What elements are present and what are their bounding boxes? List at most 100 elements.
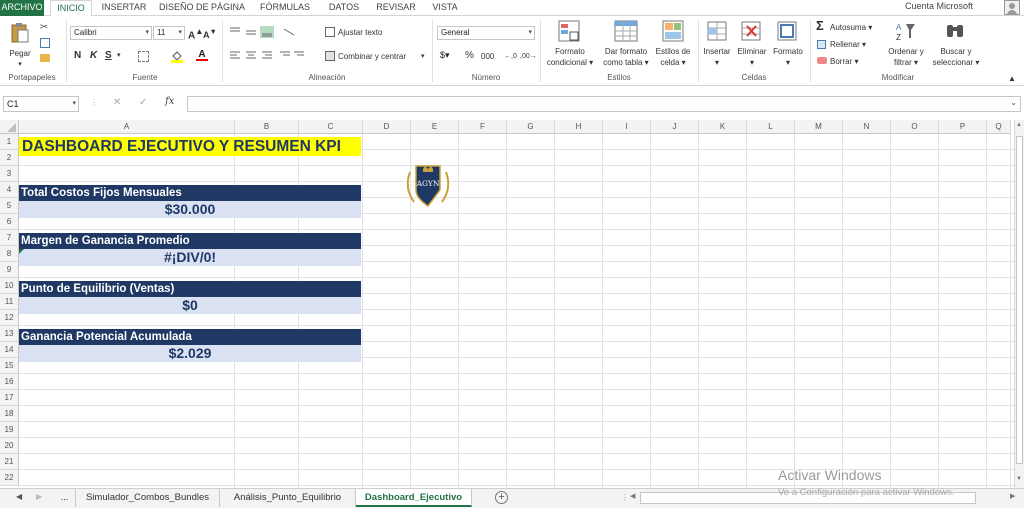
fill-icon[interactable] xyxy=(817,40,826,49)
tab-split-handle[interactable]: ⋮ xyxy=(621,493,629,502)
kpi-label-costos-fijos[interactable]: Total Costos Fijos Mensuales xyxy=(19,185,361,201)
enter-icon[interactable]: ✓ xyxy=(139,97,147,108)
row-header-20[interactable]: 20 xyxy=(0,438,19,454)
column-header-o[interactable]: O xyxy=(891,120,939,134)
row-header-4[interactable]: 4 xyxy=(0,182,19,198)
row-header-15[interactable]: 15 xyxy=(0,358,19,374)
account-name[interactable]: Cuenta Microsoft xyxy=(905,1,973,11)
row-header-9[interactable]: 9 xyxy=(0,262,19,278)
vertical-align-icons[interactable] xyxy=(228,26,308,38)
tab-diseno-pagina[interactable]: DISEÑO DE PÁGINA xyxy=(156,0,248,16)
select-all-corner[interactable] xyxy=(0,120,19,134)
tab-datos[interactable]: DATOS xyxy=(322,0,366,16)
cancel-icon[interactable]: ✕ xyxy=(113,97,121,108)
thousands-button[interactable]: 000 xyxy=(481,51,494,62)
row-header-14[interactable]: 14 xyxy=(0,342,19,358)
paste-dropdown-icon[interactable]: ▾ xyxy=(12,59,28,70)
row-header-19[interactable]: 19 xyxy=(0,422,19,438)
font-color-icon[interactable]: A xyxy=(196,49,208,62)
column-header-b[interactable]: B xyxy=(235,120,299,134)
kpi-label-ganancia[interactable]: Ganancia Potencial Acumulada xyxy=(19,329,361,345)
row-header-3[interactable]: 3 xyxy=(0,166,19,182)
row-header-13[interactable]: 13 xyxy=(0,326,19,342)
tab-vista[interactable]: VISTA xyxy=(426,0,464,16)
add-sheet-icon[interactable]: + xyxy=(495,491,508,504)
conditional-format-button[interactable]: Formato condicional ▾ xyxy=(542,46,598,68)
row-header-16[interactable]: 16 xyxy=(0,374,19,390)
tab-insertar[interactable]: INSERTAR xyxy=(98,0,150,16)
scroll-right-icon[interactable]: ▶ xyxy=(1010,492,1015,500)
insert-cells-icon[interactable] xyxy=(707,20,727,42)
prev-sheet-icon[interactable]: ◀ xyxy=(16,492,22,501)
wrap-text-icon[interactable] xyxy=(325,27,335,37)
row-header-18[interactable]: 18 xyxy=(0,406,19,422)
row-header-1[interactable]: 1 xyxy=(0,134,19,150)
kpi-label-margen[interactable]: Margen de Ganancia Promedio xyxy=(19,233,361,249)
format-cells-icon[interactable] xyxy=(777,20,797,42)
row-header-8[interactable]: 8 xyxy=(0,246,19,262)
column-header-l[interactable]: L xyxy=(747,120,795,134)
row-header-6[interactable]: 6 xyxy=(0,214,19,230)
insert-cells-button[interactable]: Insertar ▾ xyxy=(700,46,734,68)
column-header-k[interactable]: K xyxy=(699,120,747,134)
sort-filter-icon[interactable]: AZ xyxy=(895,20,917,42)
next-sheet-icon[interactable]: ▶ xyxy=(36,492,42,501)
column-header-a[interactable]: A xyxy=(19,120,235,134)
sheet-tab-simulador[interactable]: Simulador_Combos_Bundles xyxy=(76,489,220,507)
delete-cells-icon[interactable] xyxy=(741,20,761,42)
underline-button[interactable]: S xyxy=(105,50,112,61)
insert-function-button[interactable]: fx xyxy=(165,96,174,107)
format-as-table-icon[interactable] xyxy=(614,20,638,42)
font-name-select[interactable]: Calibri ▾ xyxy=(70,26,152,40)
column-header-i[interactable]: I xyxy=(603,120,651,134)
row-header-17[interactable]: 17 xyxy=(0,390,19,406)
paste-icon[interactable] xyxy=(10,22,30,44)
cut-icon[interactable]: ✂ xyxy=(40,22,48,33)
row-header-7[interactable]: 7 xyxy=(0,230,19,246)
row-header-12[interactable]: 12 xyxy=(0,310,19,326)
row-header-5[interactable]: 5 xyxy=(0,198,19,214)
format-cells-button[interactable]: Formato ▾ xyxy=(770,46,806,68)
font-size-select[interactable]: 11 ▾ xyxy=(153,26,185,40)
sheet-tab-dashboard[interactable]: Dashboard_Ejecutivo xyxy=(356,489,472,507)
scroll-left-icon[interactable]: ◀ xyxy=(630,492,635,500)
kpi-value-ganancia[interactable]: $2.029 xyxy=(19,345,361,362)
merge-dropdown-icon[interactable]: ▾ xyxy=(421,51,425,62)
decrease-font-icon[interactable]: A▼ xyxy=(203,26,217,41)
expand-formula-icon[interactable]: ⌄ xyxy=(1010,98,1017,107)
merge-center-icon[interactable] xyxy=(325,51,335,61)
borders-icon[interactable] xyxy=(138,51,149,62)
conditional-format-icon[interactable] xyxy=(558,20,580,42)
fill-color-icon[interactable] xyxy=(170,50,184,63)
decrease-decimal-icon[interactable]: ,00→ xyxy=(520,51,537,62)
horizontal-align-icons[interactable] xyxy=(228,50,308,62)
number-format-select[interactable]: General ▾ xyxy=(437,26,535,40)
cell-styles-icon[interactable] xyxy=(662,20,684,42)
find-select-button[interactable]: Buscar y seleccionar ▾ xyxy=(929,46,983,68)
underline-dropdown-icon[interactable]: ▾ xyxy=(117,50,121,61)
avatar[interactable] xyxy=(1004,0,1020,15)
dashboard-title[interactable]: DASHBOARD EJECUTIVO Y RESUMEN KPI xyxy=(19,137,361,156)
kpi-value-costos-fijos[interactable]: $30.000 xyxy=(19,201,361,218)
kpi-value-margen[interactable]: #¡DIV/0! xyxy=(19,249,361,266)
column-header-g[interactable]: G xyxy=(507,120,555,134)
percent-button[interactable]: % xyxy=(465,50,474,61)
merge-center-button[interactable]: Combinar y centrar xyxy=(338,51,406,62)
accounting-format-icon[interactable]: $▾ xyxy=(440,50,454,62)
scroll-down-icon[interactable]: ▼ xyxy=(1016,476,1022,482)
copy-icon[interactable] xyxy=(40,38,50,48)
autosum-button[interactable]: Autosuma ▾ xyxy=(830,22,872,33)
formula-input[interactable]: ⌄ xyxy=(187,96,1021,112)
paste-button[interactable]: Pegar xyxy=(4,48,36,59)
find-select-icon[interactable] xyxy=(945,21,965,41)
increase-decimal-icon[interactable]: ←,0 xyxy=(504,51,517,62)
column-header-m[interactable]: M xyxy=(795,120,843,134)
italic-button[interactable]: K xyxy=(90,50,97,61)
more-sheets-button[interactable]: ... xyxy=(54,489,76,507)
column-header-f[interactable]: F xyxy=(459,120,507,134)
column-header-c[interactable]: C xyxy=(299,120,363,134)
tab-archivo[interactable]: ARCHIVO xyxy=(0,0,44,16)
row-header-22[interactable]: 22 xyxy=(0,470,19,486)
row-header-11[interactable]: 11 xyxy=(0,294,19,310)
autosum-icon[interactable]: Σ xyxy=(816,19,824,32)
